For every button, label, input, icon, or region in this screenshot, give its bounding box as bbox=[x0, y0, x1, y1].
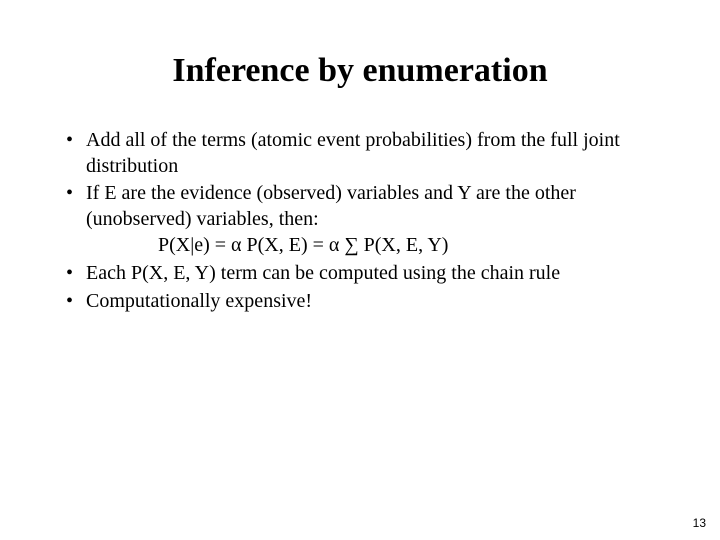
bullet-item: Each P(X, E, Y) term can be computed usi… bbox=[64, 261, 656, 287]
bullet-list: Add all of the terms (atomic event proba… bbox=[64, 128, 656, 314]
slide-body: Add all of the terms (atomic event proba… bbox=[0, 100, 720, 314]
bullet-item: If E are the evidence (observed) variabl… bbox=[64, 181, 656, 259]
bullet-text: Add all of the terms (atomic event proba… bbox=[86, 129, 620, 177]
slide-title: Inference by enumeration bbox=[0, 0, 720, 100]
bullet-text: Each P(X, E, Y) term can be computed usi… bbox=[86, 262, 560, 284]
bullet-text: Computationally expensive! bbox=[86, 290, 312, 312]
bullet-item: Computationally expensive! bbox=[64, 289, 656, 315]
formula-text: P(X|e) = α P(X, E) = α ∑ P(X, E, Y) bbox=[86, 233, 656, 259]
slide: Inference by enumeration Add all of the … bbox=[0, 0, 720, 540]
bullet-text: If E are the evidence (observed) variabl… bbox=[86, 182, 576, 230]
bullet-item: Add all of the terms (atomic event proba… bbox=[64, 128, 656, 179]
page-number: 13 bbox=[693, 516, 706, 530]
